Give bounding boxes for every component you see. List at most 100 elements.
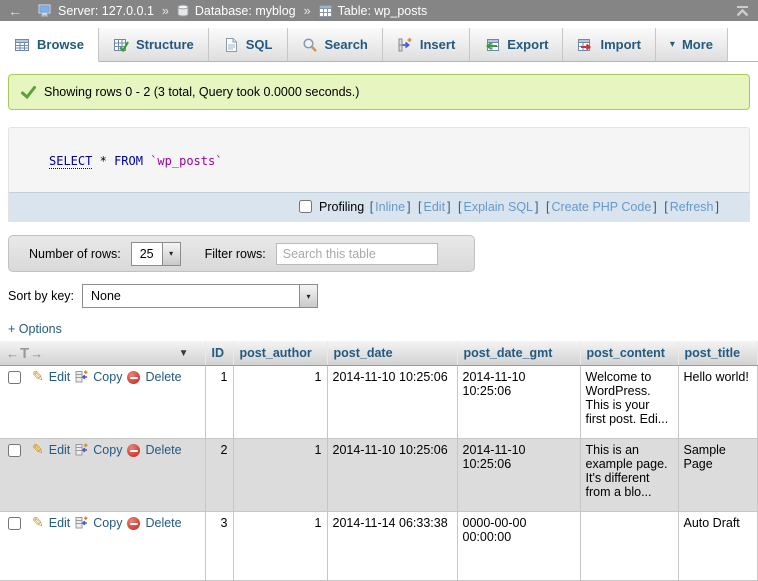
number-of-rows-value: 25 xyxy=(132,243,162,265)
copy-row-link[interactable]: Copy xyxy=(93,370,122,384)
edit-query-link[interactable]: Edit xyxy=(424,200,446,214)
breadcrumb-server[interactable]: Server: 127.0.0.1 xyxy=(58,4,154,18)
inline-link[interactable]: Inline xyxy=(375,200,405,214)
tab-browse-label: Browse xyxy=(37,37,84,52)
structure-icon xyxy=(113,37,129,53)
cell-post-date: 2014-11-10 10:25:06 xyxy=(327,439,457,512)
tab-structure[interactable]: Structure xyxy=(99,28,209,62)
column-header-post-title[interactable]: post_title xyxy=(678,341,757,366)
cell-post-content: This is an example page. It's different … xyxy=(580,439,678,512)
bracket: ] xyxy=(407,200,410,214)
sql-keyword-from: FROM xyxy=(114,154,143,168)
bracket: [ xyxy=(664,200,667,214)
breadcrumb-table[interactable]: Table: wp_posts xyxy=(338,4,428,18)
explain-sql-link[interactable]: Explain SQL xyxy=(464,200,533,214)
bracket: ] xyxy=(535,200,538,214)
column-header-post-date-gmt[interactable]: post_date_gmt xyxy=(457,341,580,366)
bracket: [ xyxy=(418,200,421,214)
tab-structure-label: Structure xyxy=(136,37,194,52)
tab-insert-label: Insert xyxy=(420,37,455,52)
sort-by-key-label: Sort by key: xyxy=(8,289,74,303)
nav-left-arrow-icon[interactable]: ← xyxy=(6,346,19,361)
status-message-text: Showing rows 0 - 2 (3 total, Query took … xyxy=(44,85,359,99)
tab-more[interactable]: ▾ More xyxy=(656,28,728,62)
edit-row-link[interactable]: Edit xyxy=(49,516,71,530)
results-table: ← T → ▼ ID post_author post_date post_da… xyxy=(0,341,758,581)
delete-row-link[interactable]: Delete xyxy=(145,516,181,530)
tab-export[interactable]: Export xyxy=(470,28,563,62)
number-of-rows-select[interactable]: 25 ▾ xyxy=(131,242,181,266)
more-caret-icon: ▾ xyxy=(670,39,675,50)
table-row: ✎ Edit Copy Delete 2 1 2014-11-10 10:25:… xyxy=(0,439,757,512)
tab-import[interactable]: Import xyxy=(563,28,655,62)
copy-icon xyxy=(75,516,88,529)
row-checkbox[interactable] xyxy=(8,444,21,457)
nav-right-arrow-icon[interactable]: → xyxy=(30,346,43,361)
bracket: ] xyxy=(653,200,656,214)
cell-post-title: Sample Page xyxy=(678,439,757,512)
delete-row-link[interactable]: Delete xyxy=(145,370,181,384)
copy-icon xyxy=(75,370,88,383)
server-icon xyxy=(38,4,52,17)
create-php-code-link[interactable]: Create PHP Code xyxy=(551,200,651,214)
sql-star: * xyxy=(100,154,107,168)
browse-icon xyxy=(14,37,30,53)
delete-row-link[interactable]: Delete xyxy=(145,443,181,457)
filter-rows-input[interactable] xyxy=(276,243,438,265)
breadcrumb-database[interactable]: Database: myblog xyxy=(195,4,296,18)
column-header-id[interactable]: ID xyxy=(205,341,233,366)
sort-row: Sort by key: None ▾ xyxy=(8,283,758,309)
copy-row-link[interactable]: Copy xyxy=(93,443,122,457)
profiling-checkbox[interactable] xyxy=(299,200,312,213)
row-checkbox[interactable] xyxy=(8,517,21,530)
table-row: ✎ Edit Copy Delete 1 1 2014-11-10 10:25:… xyxy=(0,366,757,439)
tab-bar: Browse Structure SQL Search Insert Expor… xyxy=(0,28,758,62)
tab-sql[interactable]: SQL xyxy=(209,28,288,62)
collapse-top-icon[interactable] xyxy=(735,5,750,17)
bracket: [ xyxy=(458,200,461,214)
insert-icon xyxy=(397,37,413,53)
cell-post-author: 1 xyxy=(233,439,327,512)
cell-post-title: Auto Draft xyxy=(678,512,757,581)
table-row: ✎ Edit Copy Delete 3 1 2014-11-14 06:33:… xyxy=(0,512,757,581)
edit-row-link[interactable]: Edit xyxy=(49,370,71,384)
bracket: [ xyxy=(546,200,549,214)
sql-table-name: `wp_posts` xyxy=(150,154,222,168)
cell-post-content: Welcome to WordPress. This is your first… xyxy=(580,366,678,439)
sort-by-key-select[interactable]: None ▾ xyxy=(82,284,318,308)
sort-by-key-value: None xyxy=(83,285,299,307)
status-message: Showing rows 0 - 2 (3 total, Query took … xyxy=(8,74,750,110)
database-icon xyxy=(177,4,189,17)
success-check-icon xyxy=(21,86,36,99)
search-icon xyxy=(302,37,318,53)
profiling-label: Profiling xyxy=(319,200,364,214)
back-arrow-icon[interactable]: ← xyxy=(8,3,22,19)
row-actions-header: ← T → ▼ xyxy=(0,341,205,366)
delete-icon xyxy=(127,517,140,530)
tab-browse[interactable]: Browse xyxy=(0,28,99,62)
refresh-link[interactable]: Refresh xyxy=(670,200,714,214)
sql-query: SELECT * FROM `wp_posts` xyxy=(9,128,749,192)
copy-row-link[interactable]: Copy xyxy=(93,516,122,530)
number-of-rows-label: Number of rows: xyxy=(29,247,121,261)
column-header-post-date[interactable]: post_date xyxy=(327,341,457,366)
options-toggle-link[interactable]: + Options xyxy=(8,322,62,336)
sql-keyword-select[interactable]: SELECT xyxy=(49,154,92,169)
nav-tee-icon[interactable]: T xyxy=(20,345,29,362)
delete-icon xyxy=(127,371,140,384)
header-sort-caret-icon[interactable]: ▼ xyxy=(179,348,189,359)
cell-post-date-gmt: 2014-11-10 10:25:06 xyxy=(457,366,580,439)
tab-insert[interactable]: Insert xyxy=(383,28,470,62)
tab-search[interactable]: Search xyxy=(288,28,383,62)
edit-pencil-icon: ✎ xyxy=(32,516,44,529)
results-header-row: ← T → ▼ ID post_author post_date post_da… xyxy=(0,341,757,366)
column-header-post-content[interactable]: post_content xyxy=(580,341,678,366)
row-checkbox[interactable] xyxy=(8,371,21,384)
edit-row-link[interactable]: Edit xyxy=(49,443,71,457)
delete-icon xyxy=(127,444,140,457)
cell-post-date-gmt: 0000-00-00 00:00:00 xyxy=(457,512,580,581)
breadcrumb-bar: ← Server: 127.0.0.1 » Database: myblog »… xyxy=(0,0,758,21)
tab-more-label: More xyxy=(682,37,713,52)
bracket: ] xyxy=(447,200,450,214)
column-header-post-author[interactable]: post_author xyxy=(233,341,327,366)
